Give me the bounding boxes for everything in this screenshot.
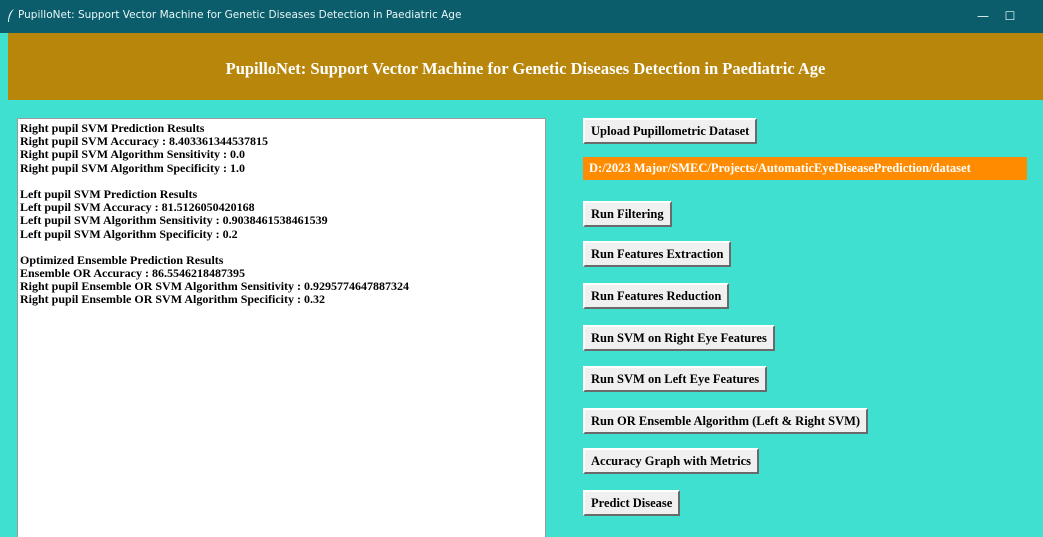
- result-line: Left pupil SVM Algorithm Specificity : 0…: [20, 226, 238, 241]
- window-left-edge: [0, 33, 8, 537]
- dataset-path-label: D:/2023 Major/SMEC/Projects/AutomaticEye…: [583, 157, 1027, 180]
- page-title: PupilloNet: Support Vector Machine for G…: [225, 59, 826, 78]
- header-banner: PupilloNet: Support Vector Machine for G…: [8, 33, 1043, 100]
- result-line: Left pupil SVM Algorithm Sensitivity : 0…: [20, 213, 328, 228]
- result-line: Right pupil SVM Algorithm Specificity : …: [20, 160, 246, 175]
- result-line: Right pupil SVM Algorithm Sensitivity : …: [20, 147, 246, 162]
- predict-disease-button[interactable]: Predict Disease: [583, 490, 681, 516]
- run-svm-right-eye-button[interactable]: Run SVM on Right Eye Features: [583, 325, 775, 351]
- feather-icon: [8, 9, 14, 22]
- window-title: PupilloNet: Support Vector Machine for G…: [18, 9, 462, 21]
- run-features-reduction-button[interactable]: Run Features Reduction: [583, 283, 730, 309]
- maximize-button[interactable]: ☐: [990, 0, 1030, 33]
- run-svm-left-eye-button[interactable]: Run SVM on Left Eye Features: [583, 366, 768, 392]
- close-button[interactable]: ✕: [1028, 0, 1043, 33]
- run-filtering-button[interactable]: Run Filtering: [583, 201, 672, 227]
- run-features-extraction-button[interactable]: Run Features Extraction: [583, 241, 732, 267]
- upload-dataset-button[interactable]: Upload Pupillometric Dataset: [583, 118, 758, 144]
- results-text: Right pupil SVM Prediction Results Right …: [20, 121, 409, 307]
- run-or-ensemble-button[interactable]: Run OR Ensemble Algorithm (Left & Right …: [583, 408, 869, 434]
- results-text-area[interactable]: Right pupil SVM Prediction Results Right …: [17, 118, 546, 537]
- result-line: Right pupil Ensemble OR SVM Algorithm Sp…: [20, 292, 326, 307]
- accuracy-graph-button[interactable]: Accuracy Graph with Metrics: [583, 448, 760, 474]
- window-titlebar: PupilloNet: Support Vector Machine for G…: [0, 0, 1043, 33]
